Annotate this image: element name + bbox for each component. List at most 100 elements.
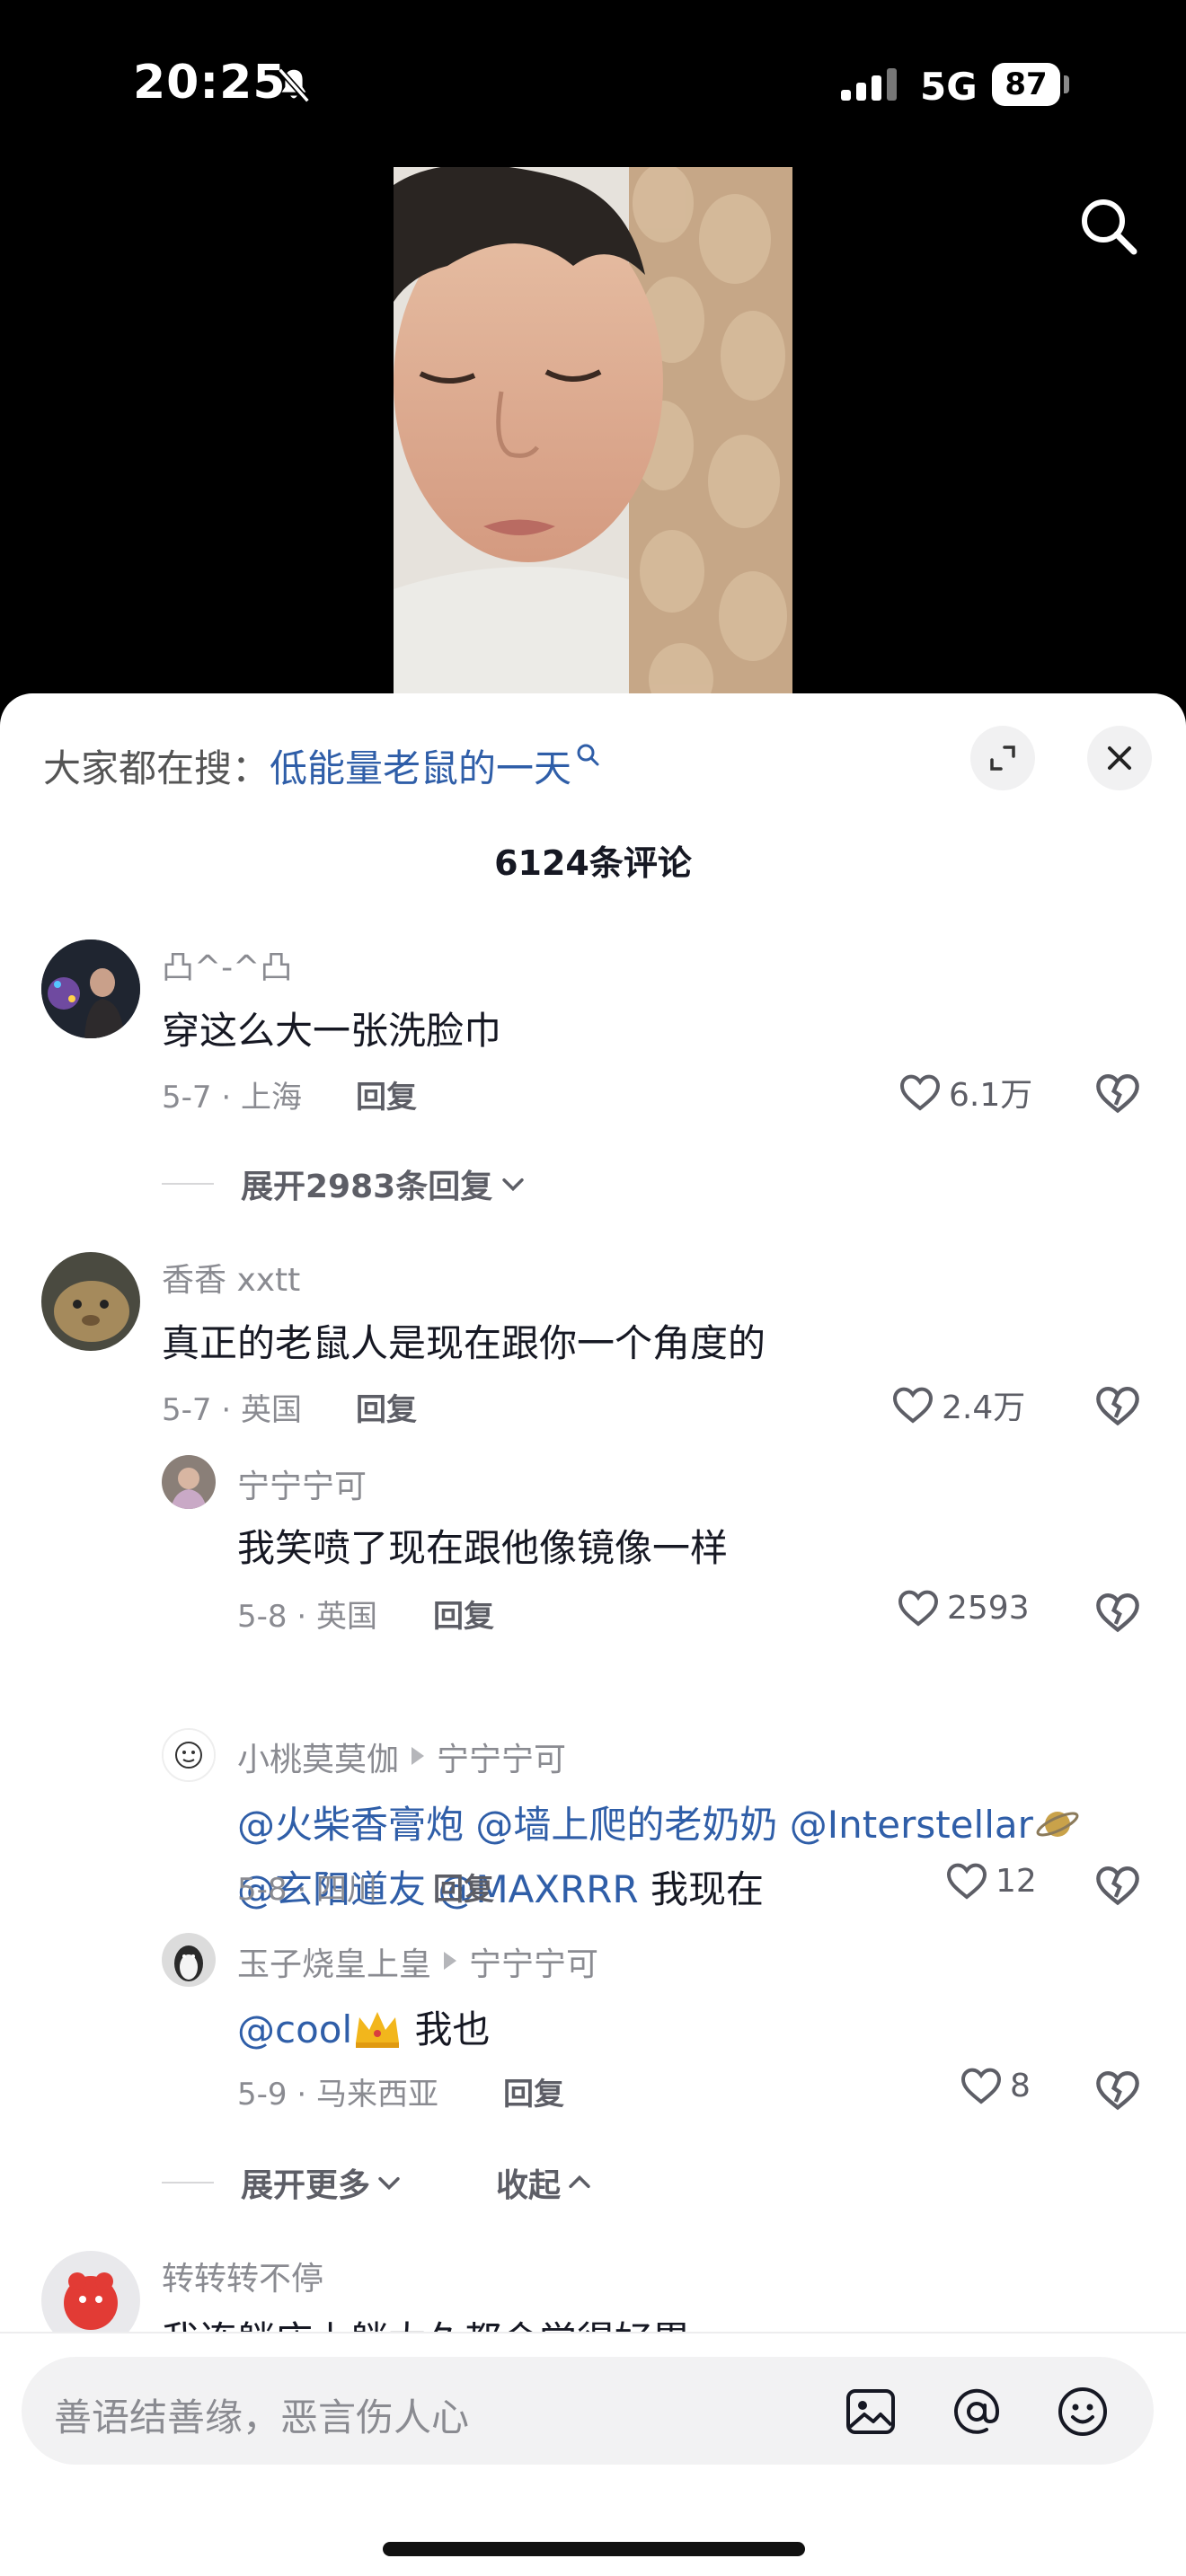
reply-button[interactable]: 回复 (433, 1592, 494, 1636)
expand-button[interactable] (970, 726, 1035, 790)
mention-link[interactable]: @火柴香膏炮 (237, 1803, 464, 1847)
collapse-button[interactable]: 收起 (496, 2159, 595, 2206)
comment-input[interactable]: 善语结善缘，恶言伤人心 (22, 2357, 1154, 2465)
like-count: 8 (1010, 2067, 1031, 2104)
reply-button[interactable]: 回复 (433, 1865, 494, 1909)
battery-level: 87 (992, 63, 1060, 106)
network-label: 5G (920, 65, 978, 109)
avatar[interactable] (162, 1933, 216, 1987)
hot-search-bar[interactable]: 大家都在搜：低能量老鼠的一天 (43, 738, 600, 793)
comment-username[interactable]: 凸^-^凸 (162, 941, 292, 988)
reply-username[interactable]: 玉子烧皇上皇 (237, 1946, 431, 1983)
video-player[interactable] (394, 167, 792, 697)
like-count: 6.1万 (949, 1077, 1033, 1114)
image-icon[interactable] (843, 2384, 898, 2439)
expand-replies-label: 展开2983条回复 (241, 1169, 493, 1205)
mention-link[interactable]: @墙上爬的老奶奶 (475, 1803, 777, 1847)
broken-heart-icon[interactable] (1094, 1590, 1141, 1635)
reply-button[interactable]: 回复 (356, 1385, 417, 1429)
expand-icon (990, 745, 1015, 771)
like-button[interactable]: 8 (960, 2066, 1031, 2105)
battery-cap (1064, 75, 1069, 93)
comment-username[interactable]: 转转转不停 (162, 2253, 323, 2299)
expand-replies-button[interactable]: 展开2983条回复 (162, 1160, 528, 1207)
video-frame-image (394, 167, 792, 697)
search-icon[interactable] (1075, 192, 1141, 259)
comment-sheet: 大家都在搜：低能量老鼠的一天 6124条评论 凸^-^凸 穿这么大一张洗脸巾 5… (0, 693, 1186, 2576)
mention-link[interactable]: @cool (237, 2007, 352, 2051)
close-icon (1108, 746, 1131, 770)
comment-username[interactable]: 香香 xxtt (162, 1254, 300, 1301)
collapse-label: 收起 (496, 2167, 562, 2204)
reply-to-arrow-icon (412, 1747, 425, 1765)
avatar[interactable] (162, 1455, 216, 1509)
hot-search-prefix: 大家都在搜： (43, 746, 270, 790)
like-count: 12 (996, 1862, 1037, 1900)
reply-text: 我也 (414, 2007, 491, 2051)
expand-more-label: 展开更多 (241, 2167, 371, 2204)
broken-heart-icon[interactable] (1094, 1071, 1141, 1116)
emoji-icon[interactable] (1055, 2384, 1111, 2439)
avatar[interactable] (41, 940, 140, 1038)
planet-emoji-icon (1036, 1812, 1079, 1837)
comment-text: 穿这么大一张洗脸巾 (162, 1009, 502, 1053)
reply-button[interactable]: 回复 (356, 1072, 417, 1116)
comment-meta: 5-7 · 上海 (162, 1080, 302, 1116)
comment-count-title: 6124条评论 (494, 843, 692, 883)
like-button[interactable]: 6.1万 (898, 1069, 1032, 1116)
avatar-image (41, 1252, 140, 1351)
comment-meta: 5-7 · 英国 (162, 1392, 302, 1428)
reply-button[interactable]: 回复 (503, 2069, 564, 2113)
at-icon[interactable] (949, 2384, 1005, 2439)
heart-icon (960, 2068, 1002, 2104)
heart-icon (899, 1074, 941, 1111)
status-bar: 20:25 5G 87 (0, 0, 1186, 171)
reply-text: 我笑喷了现在跟他像镜像一样 (237, 1526, 729, 1570)
reply-text-line-1: @火柴香膏炮 @墙上爬的老奶奶 @Interstellar (237, 1795, 1082, 1849)
status-time: 20:25 (133, 56, 287, 110)
reply-username-line: 玉子烧皇上皇 宁宁宁可 (237, 1938, 598, 1985)
crown-emoji-icon (356, 2012, 400, 2048)
avatar-image (162, 1933, 216, 1987)
reply-text-line: @cool 我也 (237, 1999, 491, 2054)
broken-heart-icon[interactable] (1094, 1383, 1141, 1428)
heart-icon (892, 1387, 934, 1424)
like-count: 2593 (947, 1589, 1030, 1627)
close-button[interactable] (1087, 726, 1152, 790)
avatar-image (162, 1455, 216, 1509)
reply-to-username[interactable]: 宁宁宁可 (437, 1742, 566, 1778)
reply-username[interactable]: 宁宁宁可 (237, 1460, 367, 1507)
signal-icon (841, 68, 897, 101)
reply-username[interactable]: 小桃莫莫伽 (237, 1742, 399, 1778)
comment-input-bar: 善语结善缘，恶言伤人心 (0, 2332, 1186, 2576)
search-icon (577, 744, 599, 766)
expand-more-button[interactable]: 展开更多 (162, 2159, 404, 2206)
avatar[interactable] (162, 1728, 216, 1782)
reply-meta: 5-8 · 英国 (237, 1599, 377, 1635)
reply-to-username[interactable]: 宁宁宁可 (469, 1946, 598, 1983)
chevron-down-icon (378, 2176, 400, 2191)
reply-to-arrow-icon (444, 1952, 457, 1970)
reply-meta: 5-8 · 四川 (237, 1872, 377, 1908)
broken-heart-icon[interactable] (1094, 1863, 1141, 1908)
like-button[interactable]: 12 (945, 1861, 1037, 1901)
mute-bell-icon (278, 67, 310, 103)
reply-meta: 5-9 · 马来西亚 (237, 2077, 438, 2113)
mention-link[interactable]: @Interstellar (790, 1803, 1033, 1847)
like-button[interactable]: 2.4万 (891, 1381, 1025, 1428)
reply-username-line: 小桃莫莫伽 宁宁宁可 (237, 1734, 566, 1780)
heart-icon (898, 1590, 939, 1627)
avatar-image (41, 940, 140, 1038)
like-count: 2.4万 (942, 1389, 1026, 1426)
chevron-up-icon (569, 2175, 590, 2189)
avatar-image (164, 1730, 214, 1780)
divider-line (162, 1183, 214, 1185)
chevron-down-icon (502, 1178, 524, 1192)
reply-text: 我现在 (651, 1867, 765, 1911)
hot-search-term[interactable]: 低能量老鼠的一天 (270, 746, 571, 790)
avatar[interactable] (41, 1252, 140, 1351)
home-indicator[interactable] (383, 2542, 805, 2556)
broken-heart-icon[interactable] (1094, 2068, 1141, 2113)
like-button[interactable]: 2593 (897, 1588, 1030, 1628)
divider-line (162, 2182, 214, 2183)
